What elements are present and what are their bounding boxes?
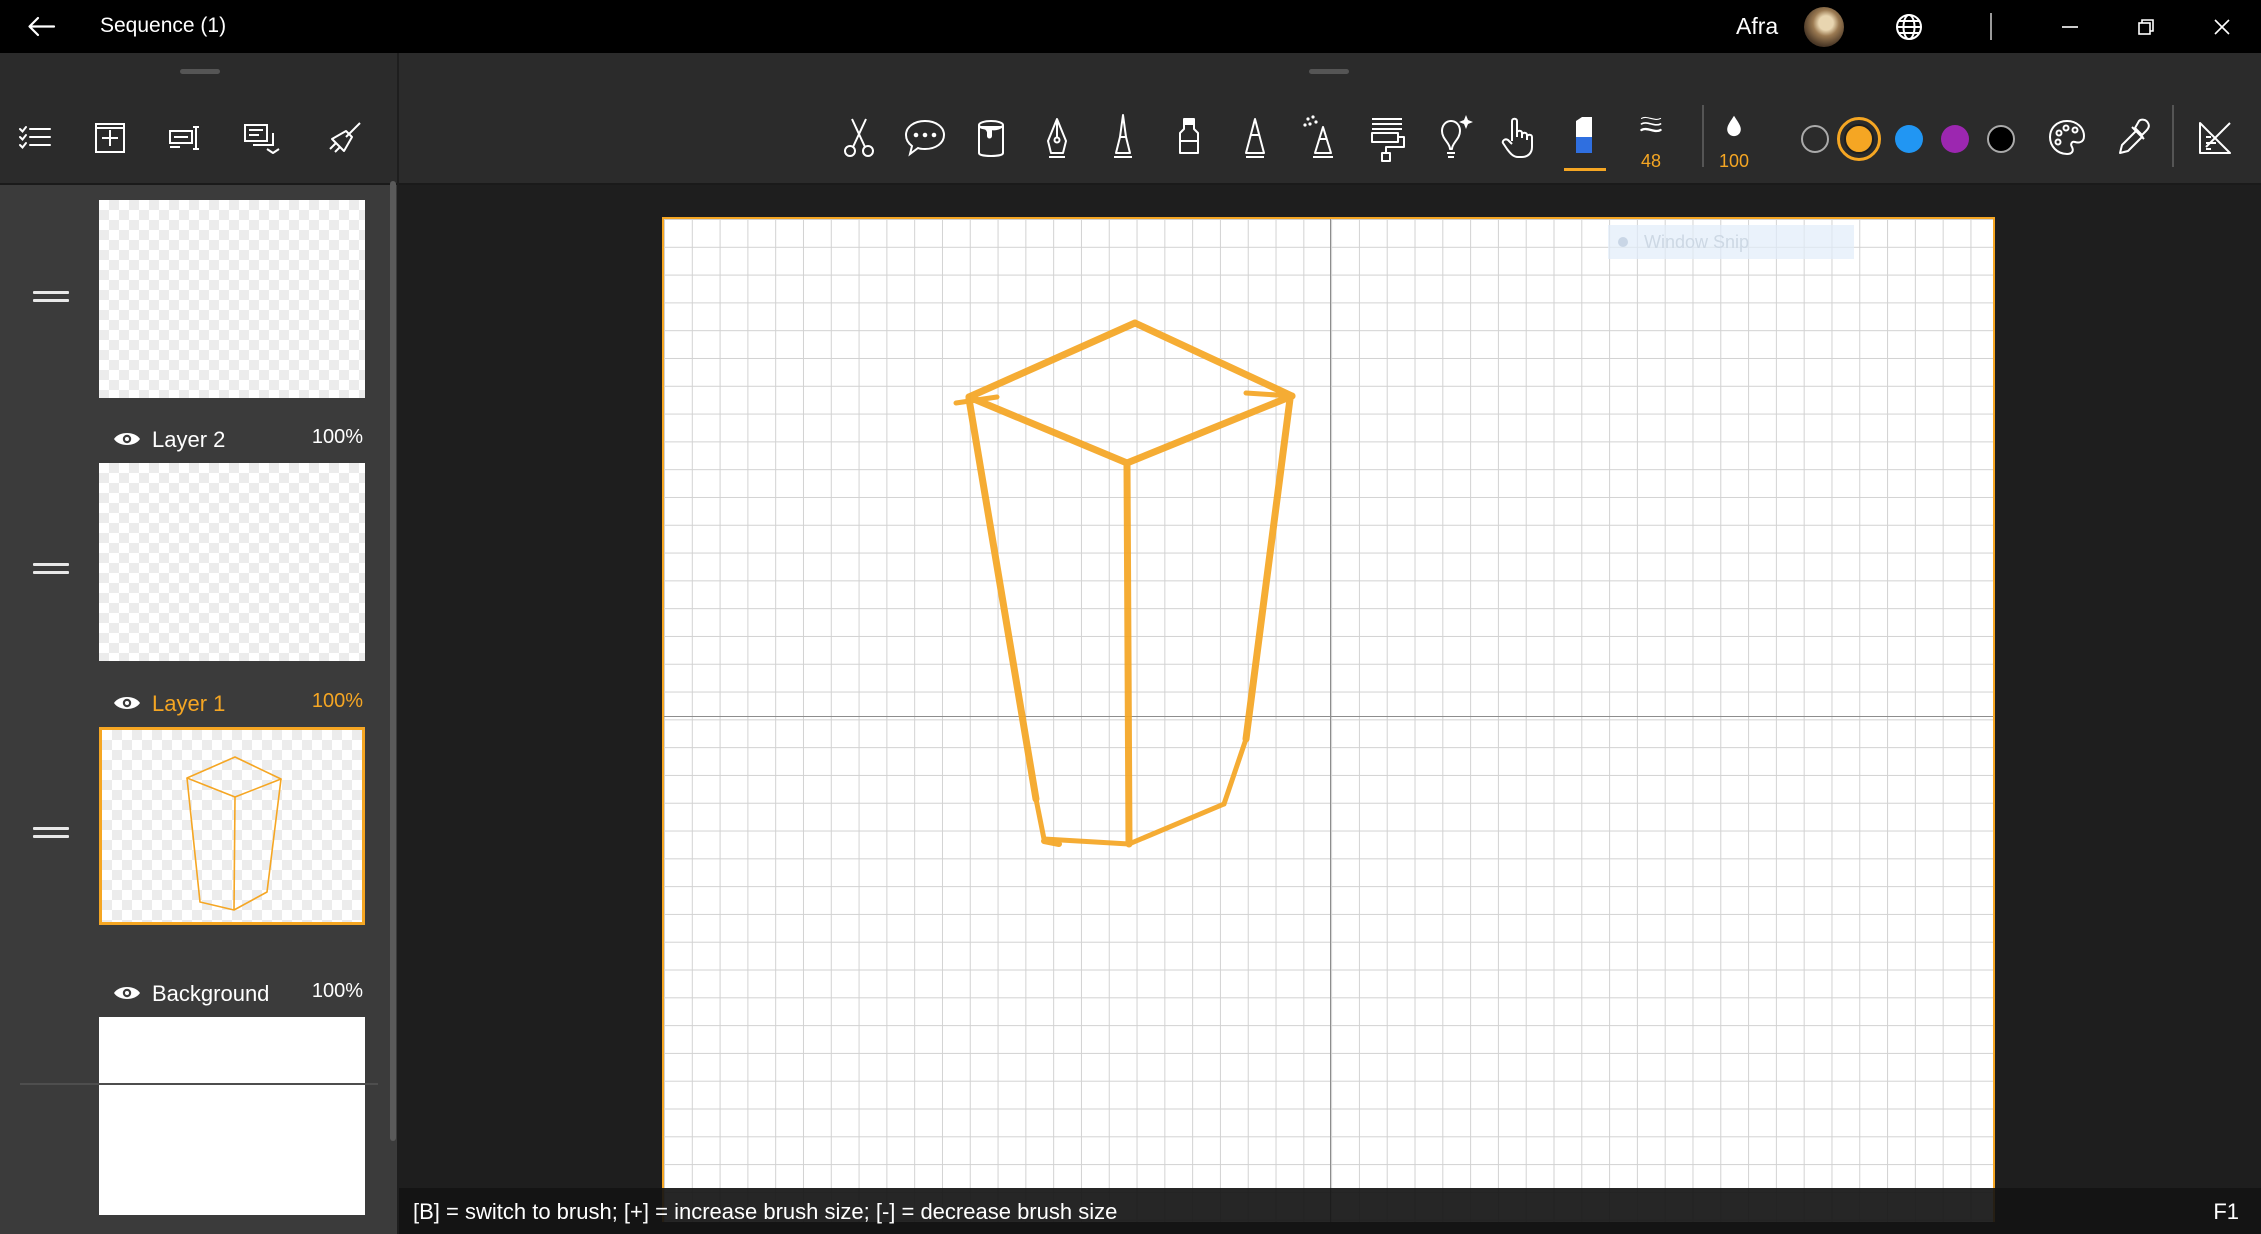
speech-bubble-icon[interactable] [902,113,948,163]
globe-icon[interactable] [1893,11,1925,43]
eye-visibility-icon[interactable] [112,692,142,714]
ruler-icon[interactable] [2192,113,2238,163]
toolbar-divider [1702,105,1704,167]
layer-name: Layer 1 [152,691,226,716]
sketch-overstroke [1041,838,1062,847]
layer-row-active[interactable]: Layer 1 100% [0,677,390,927]
sketch-right-vertical-edge [1242,395,1294,743]
sketch-center-vertical-edge [1123,461,1133,848]
help-key-label[interactable]: F1 [2213,1199,2239,1225]
task-list-icon[interactable] [14,117,56,159]
opacity-value: 100 [1718,151,1750,171]
drawing-canvas[interactable]: Window Snip [662,217,1995,1222]
opacity-drop-icon[interactable]: 100 [1711,113,1757,171]
paint-roller-icon[interactable] [1364,113,1410,163]
layers-panel: Layer 2 100% Layer 1 100% Background 100… [0,53,397,1234]
sketch-top-left-edge [965,319,1139,401]
marker-icon[interactable] [1166,113,1212,163]
color-swatch-orange[interactable] [1844,124,1874,154]
layer-thumbnail[interactable] [99,200,365,398]
layer-row[interactable]: Background 100% [0,967,390,1234]
technical-pen-icon[interactable] [1100,113,1146,163]
sketch-bottom-right-edge [1126,801,1227,847]
eyedropper-icon[interactable] [2110,113,2156,163]
sketch-left-vertical-extension [1033,796,1047,842]
toolbar-divider [2172,105,2174,167]
user-avatar[interactable] [1804,7,1844,47]
color-swatch-purple[interactable] [1941,125,1969,153]
brush-size-value: 48 [1640,151,1662,171]
color-swatch-blue[interactable] [1895,125,1923,153]
layer-drag-handle[interactable] [33,291,69,307]
tool-toolbar: 48 100 [399,53,2261,185]
eye-visibility-icon[interactable] [112,428,142,450]
title-divider [1990,13,1992,40]
sketch-drawing [953,319,1296,848]
layer-opacity: 100% [311,980,363,1002]
layer-opacity: 100% [311,690,363,712]
sketch-top-right-edge [1131,319,1296,400]
eraser-icon[interactable] [1562,113,1608,171]
color-swatch-dark[interactable] [1801,125,1829,153]
sketch-top-front-right-edge [1123,392,1296,467]
active-tool-indicator [1564,168,1606,171]
layer-thumbnail[interactable] [99,1017,365,1215]
layer-list-scrollbar[interactable] [390,181,396,1141]
status-hint-text: [B] = switch to brush; [+] = increase br… [413,1199,1118,1224]
layer-list: Layer 2 100% Layer 1 100% Background 100… [0,185,397,1234]
layer-thumbnail[interactable] [99,463,365,661]
merge-layers-icon[interactable] [239,117,281,159]
layer-divider [20,1083,378,1085]
minimize-icon[interactable] [2056,13,2084,41]
eye-visibility-icon[interactable] [112,982,142,1004]
lightbulb-icon[interactable] [1430,113,1476,163]
color-swatch-black[interactable] [1987,125,2015,153]
back-arrow-icon[interactable] [20,10,62,43]
user-name[interactable]: Afra [1736,13,1778,40]
layer-drag-handle[interactable] [33,563,69,579]
pencil-icon[interactable] [1232,113,1278,163]
restore-icon[interactable] [2132,13,2160,41]
color-palette-icon[interactable] [2044,113,2090,163]
close-icon[interactable] [2208,13,2236,41]
fountain-pen-icon[interactable] [1034,113,1080,163]
sketch-top-front-left-edge [965,393,1131,467]
status-bar: [B] = switch to brush; [+] = increase br… [399,1188,2261,1234]
canvas-area[interactable]: Window Snip [399,185,2261,1234]
layer-name: Layer 2 [152,427,226,452]
panel-grip[interactable] [180,69,220,74]
layer-properties-icon[interactable] [164,117,206,159]
brush-size-icon[interactable]: 48 [1628,113,1674,171]
scissors-icon[interactable] [836,113,882,163]
layer-opacity: 100% [311,426,363,448]
airbrush-icon[interactable] [1298,113,1344,163]
sketch-left-vertical-edge [965,395,1040,803]
sketch-overstroke [953,394,1000,406]
layers-toolbar [0,53,397,185]
title-bar: Sequence (1) Afra [0,0,2261,53]
broom-clear-icon[interactable] [324,117,366,159]
layer-drag-handle[interactable] [33,827,69,843]
add-layer-icon[interactable] [89,117,131,159]
layer-row[interactable]: Layer 2 100% [0,413,390,663]
color-swatch-selected-ring[interactable] [1837,117,1881,161]
paint-bucket-icon[interactable] [968,113,1014,163]
layer-thumbnail[interactable] [99,727,365,925]
sketch-right-vertical-extension [1221,736,1249,807]
sketch-overstroke [1243,390,1295,399]
layer-name: Background [152,981,270,1006]
window-title: Sequence (1) [100,14,227,37]
hand-pointer-icon[interactable] [1496,113,1542,163]
toolbar-grip[interactable] [1309,69,1349,74]
